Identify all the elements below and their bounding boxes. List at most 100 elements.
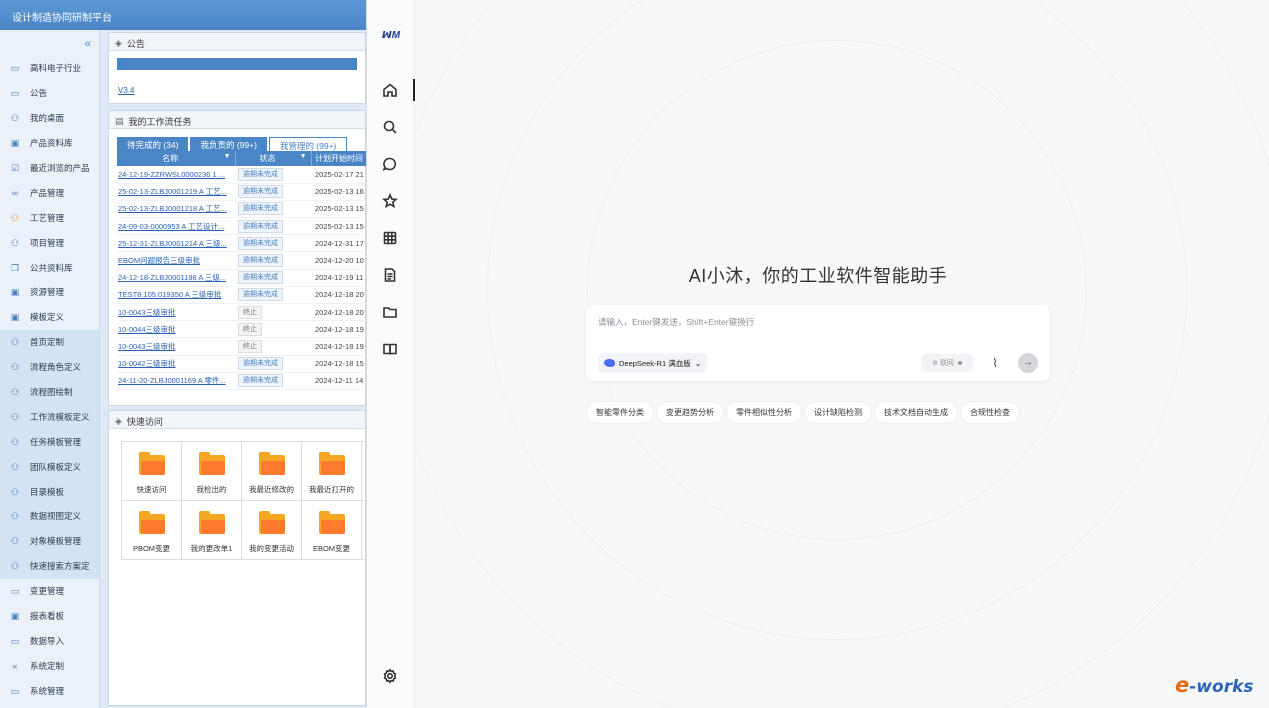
task-name-link[interactable]: 24-09-03-0000953 A 工艺设计...: [117, 217, 235, 236]
folder-icon[interactable]: [382, 304, 400, 322]
sidebar-item-label: 产品资料库: [30, 138, 73, 149]
task-status-cell: 逾期未完成: [235, 355, 311, 373]
quick-access-item[interactable]: 我最近修改的: [242, 442, 302, 501]
task-name-link[interactable]: 24-12-19-ZZRWSL0000236 1 ...: [117, 166, 235, 184]
sidebar-item[interactable]: ⚇ 团队模板定义: [0, 454, 99, 480]
table-row[interactable]: 24-09-03-0000953 A 工艺设计... 逾期未完成 2025-02-1…: [117, 217, 367, 236]
suggestion-chip[interactable]: 零件相似性分析: [727, 402, 801, 423]
task-name-link[interactable]: 25-02-13-ZLBJ0001218 A 工艺...: [117, 200, 235, 219]
document-icon[interactable]: [382, 267, 400, 285]
sidebar-item[interactable]: ∞ 产品管理: [0, 180, 99, 205]
task-name-link[interactable]: 24-12-18-ZLBJ0001198 A 三级...: [117, 269, 235, 287]
sidebar-item[interactable]: ⚇ 快速搜索方案定: [0, 553, 99, 579]
task-name-link[interactable]: 10-0043三级审批: [117, 303, 235, 322]
monitor-icon: ▭: [10, 63, 20, 74]
sidebar-item[interactable]: « 系统定制: [0, 653, 99, 678]
task-status-cell: 逾期未完成: [235, 183, 311, 201]
sidebar-item[interactable]: ❐ 公共资料库: [0, 255, 99, 280]
table-row[interactable]: 25-12-31-ZLBJ0001214 A 三级... 逾期未完成 2024-12…: [117, 234, 367, 253]
sidebar-item[interactable]: ☑ 最近浏览的产品: [0, 156, 99, 181]
chat-icon[interactable]: [382, 156, 400, 174]
column-header-status[interactable]: 状态 ▼: [235, 151, 312, 166]
task-name-link[interactable]: 25-02-13-ZLBJ0001219 A 工艺...: [117, 183, 235, 201]
notice-link[interactable]: V3.4: [118, 86, 365, 95]
suggestion-chip[interactable]: 合规性检查: [961, 402, 1019, 423]
table-row[interactable]: 24-12-19-ZZRWSL0000236 1 ... 逾期未完成 2025-02…: [117, 166, 367, 184]
quick-access-item[interactable]: EBOM变更: [302, 501, 362, 560]
table-row[interactable]: 24-12-18-ZLBJ0001198 A 三级... 逾期未完成 2024-12…: [117, 269, 367, 287]
sidebar-item-label: 公告: [30, 88, 48, 99]
table-row[interactable]: 25-02-13-ZLBJ0001218 A 工艺... 逾期未完成 2025-02…: [117, 200, 367, 219]
table-row[interactable]: 10-0042三级审批 逾期未完成 2024-12-18 15: [117, 355, 367, 373]
book-icon[interactable]: [382, 341, 400, 359]
folder-icon: [258, 511, 285, 534]
sidebar-item[interactable]: ⚇ 我的桌面: [0, 106, 99, 131]
tab-responsible[interactable]: 我负责的 (99+): [190, 137, 267, 151]
sidebar-item[interactable]: ⚇ 流程图绘制: [0, 379, 99, 405]
quick-access-item[interactable]: 快速访问: [122, 442, 182, 501]
sidebar-item[interactable]: ▣ 产品资料库: [0, 131, 99, 156]
sidebar-item-label: 团队模板定义: [30, 461, 82, 472]
star-icon[interactable]: [382, 193, 400, 211]
table-row[interactable]: 10-0043三级审批 终止 2024-12-18 19: [117, 337, 367, 356]
web-search-toggle[interactable]: ⊕ 联网: [921, 354, 973, 372]
ai-prompt-input[interactable]: [598, 317, 1038, 327]
task-name-link[interactable]: 25-12-31-ZLBJ0001214 A 三级...: [117, 234, 235, 253]
sidebar-item[interactable]: ▭ 系统管理: [0, 678, 99, 703]
sidebar-item[interactable]: ⚇ 项目管理: [0, 230, 99, 255]
quick-access-item[interactable]: 我最近打开的: [302, 442, 362, 501]
suggestion-chip[interactable]: 变更趋势分析: [657, 402, 723, 423]
search-icon[interactable]: [382, 119, 400, 137]
sidebar-item[interactable]: ⚇ 对象模板管理: [0, 528, 99, 554]
task-name-link[interactable]: 24-11-20-ZLBJ0001169 A 零件...: [117, 372, 235, 390]
status-badge: 终止: [238, 322, 262, 336]
sidebar-item[interactable]: ⚇ 首页定制: [0, 329, 99, 355]
filter-icon[interactable]: ▼: [224, 153, 231, 160]
quick-access-item[interactable]: 我检出的: [182, 442, 242, 501]
task-name-link[interactable]: 10-0042三级审批: [117, 355, 235, 373]
suggestion-chip[interactable]: 设计缺陷检测: [805, 402, 871, 423]
sidebar-item[interactable]: ⚇ 目录模板: [0, 479, 99, 505]
sidebar-item[interactable]: ⚇ 流程角色定义: [0, 354, 99, 380]
home-icon[interactable]: [382, 82, 400, 100]
table-row[interactable]: TEST8.105.019350 A 三级审批 逾期未完成 2024-12-18 2…: [117, 286, 367, 305]
task-name-link[interactable]: TEST8.105.019350 A 三级审批: [117, 286, 235, 305]
paperclip-icon[interactable]: ⌇: [986, 354, 1004, 372]
sidebar-item[interactable]: ▭ 高科电子行业: [0, 56, 99, 81]
quick-access-item[interactable]: PBOM变更: [122, 501, 182, 560]
column-header-start-time[interactable]: 计划开始时间: [311, 151, 368, 166]
sidebar-item[interactable]: ▣ 报表看板: [0, 604, 99, 629]
quick-access-item[interactable]: 我的更改单1: [182, 501, 242, 560]
settings-icon[interactable]: [382, 668, 400, 686]
send-button[interactable]: →: [1018, 353, 1038, 373]
task-name-link[interactable]: EBOM问题报告三级审批: [117, 251, 235, 270]
tab-pending[interactable]: 待完成的 (34): [117, 137, 189, 151]
sidebar-item[interactable]: ⚇ 任务模板管理: [0, 429, 99, 455]
table-icon: ▤: [115, 115, 124, 126]
table-row[interactable]: EBOM问题报告三级审批 逾期未完成 2024-12-20 10: [117, 251, 367, 270]
table-row[interactable]: 10-0044三级审批 终止 2024-12-18 19: [117, 320, 367, 339]
sidebar-item[interactable]: ⚇ 工作流模板定义: [0, 404, 99, 430]
suggestion-chip[interactable]: 技术文档自动生成: [875, 402, 957, 423]
table-row[interactable]: 25-02-13-ZLBJ0001219 A 工艺... 逾期未完成 2025-02…: [117, 183, 367, 201]
sidebar-item[interactable]: ▭ 变更管理: [0, 579, 99, 604]
sidebar-item[interactable]: ⚇ 工艺管理: [0, 205, 99, 230]
table-row[interactable]: 10-0043三级审批 终止 2024-12-18 20: [117, 303, 367, 322]
sidebar-item[interactable]: ▭ 公告: [0, 81, 99, 106]
sidebar-item[interactable]: ▭ 数据导入: [0, 628, 99, 653]
sidebar-item[interactable]: ▣ 资源管理: [0, 280, 99, 305]
grid-icon[interactable]: [382, 230, 400, 248]
column-header-name[interactable]: 名称 ▼: [117, 151, 236, 166]
model-selector[interactable]: DeepSeek-R1 满血版 ⌄: [598, 353, 708, 373]
quick-access-item[interactable]: 我的变更活动: [242, 501, 302, 560]
sidebar-collapse-icon[interactable]: «: [0, 30, 99, 56]
table-row[interactable]: 24-11-20-ZLBJ0001169 A 零件... 逾期未完成 2024-12…: [117, 372, 367, 390]
quick-access-label: 我检出的: [196, 485, 227, 494]
suggestion-chip[interactable]: 智能零件分类: [587, 402, 653, 423]
task-name-link[interactable]: 10-0043三级审批: [117, 337, 235, 356]
filter-icon[interactable]: ▼: [300, 153, 307, 160]
sidebar-item[interactable]: ▣ 模板定义: [0, 305, 99, 330]
tab-managed[interactable]: 我管理的 (99+): [268, 137, 348, 151]
task-name-link[interactable]: 10-0044三级审批: [117, 320, 235, 339]
sidebar-item[interactable]: ⚇ 数据视图定义: [0, 504, 99, 529]
